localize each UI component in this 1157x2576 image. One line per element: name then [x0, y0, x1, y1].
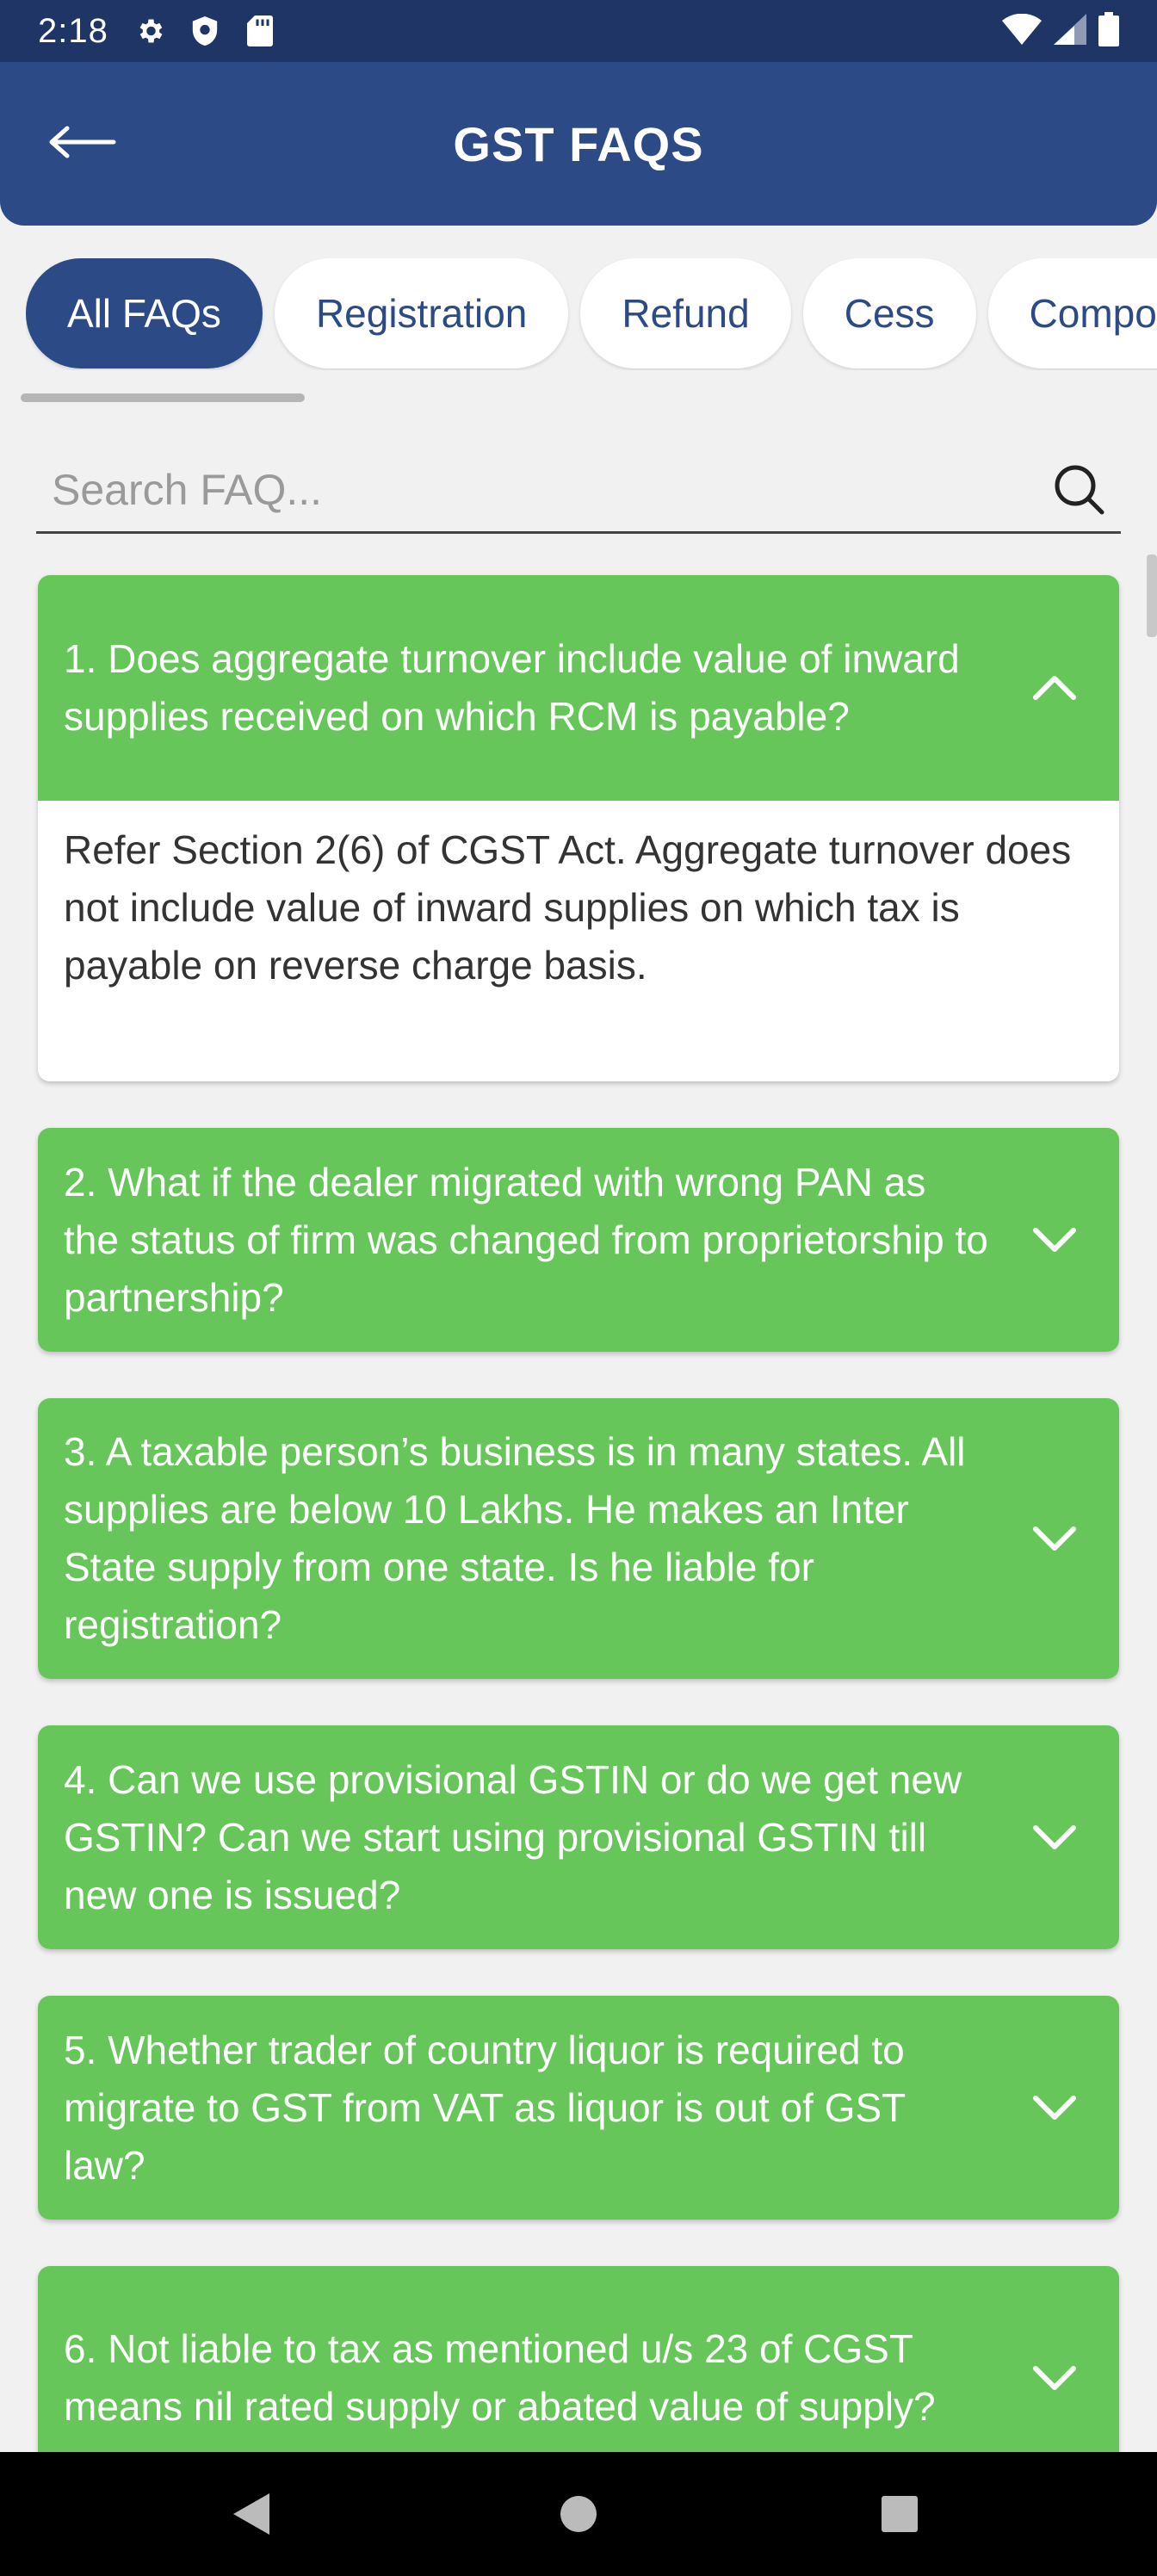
chevron-down-icon[interactable]	[1024, 2348, 1085, 2408]
tab-scroll-indicator	[21, 393, 305, 402]
home-circle-icon[interactable]	[535, 2471, 622, 2557]
faq-question-header[interactable]: 4. Can we use provisional GSTIN or do we…	[38, 1725, 1119, 1949]
chevron-down-icon[interactable]	[1024, 2078, 1085, 2138]
chevron-up-icon[interactable]	[1024, 658, 1085, 718]
chevron-down-icon[interactable]	[1024, 1807, 1085, 1867]
faq-item: 3. A taxable person’s business is in man…	[38, 1398, 1119, 1679]
status-time: 2:18	[38, 11, 108, 50]
back-button[interactable]	[45, 106, 121, 182]
signal-icon	[1054, 13, 1086, 49]
recents-square-icon[interactable]	[857, 2471, 943, 2557]
faq-item: 5. Whether trader of country liquor is r…	[38, 1996, 1119, 2220]
faq-question: 1. Does aggregate turnover include value…	[64, 636, 960, 739]
gear-icon	[133, 14, 167, 48]
faq-question: 2. What if the dealer migrated with wron…	[64, 1159, 988, 1320]
navigation-bar	[0, 2452, 1157, 2576]
search-input[interactable]	[36, 464, 1047, 515]
battery-icon	[1098, 11, 1119, 51]
tab-refund[interactable]: Refund	[580, 258, 791, 368]
wifi-icon	[1002, 13, 1042, 49]
faq-question-header[interactable]: 3. A taxable person’s business is in man…	[38, 1398, 1119, 1679]
category-tabs: All FAQs Registration Refund Cess Compos…	[26, 258, 1157, 370]
app-bar: GST FAQS	[0, 62, 1157, 226]
page-title: GST FAQS	[453, 116, 704, 171]
scrollbar[interactable]	[1147, 554, 1157, 637]
tab-composition[interactable]: Composition	[987, 258, 1157, 368]
faq-question: 6. Not liable to tax as mentioned u/s 23…	[64, 2326, 936, 2429]
back-triangle-icon[interactable]	[208, 2471, 294, 2557]
chevron-down-icon[interactable]	[1024, 1210, 1085, 1270]
status-bar: 2:18	[0, 0, 1157, 62]
faq-item: 1. Does aggregate turnover include value…	[38, 575, 1119, 1081]
tab-cess[interactable]: Cess	[802, 258, 976, 368]
search-bar	[36, 448, 1121, 534]
faq-question-header[interactable]: 2. What if the dealer migrated with wron…	[38, 1128, 1119, 1352]
tab-registration[interactable]: Registration	[274, 258, 569, 368]
tab-all-faqs[interactable]: All FAQs	[26, 258, 263, 368]
arrow-left-icon	[48, 125, 117, 164]
faq-question-header[interactable]: 5. Whether trader of country liquor is r…	[38, 1996, 1119, 2220]
search-icon[interactable]	[1047, 457, 1112, 523]
faq-answer: Refer Section 2(6) of CGST Act. Aggregat…	[38, 801, 1119, 1081]
chevron-down-icon[interactable]	[1024, 1508, 1085, 1569]
shield-icon	[188, 14, 222, 48]
faq-item: 4. Can we use provisional GSTIN or do we…	[38, 1725, 1119, 1949]
faq-question: 3. A taxable person’s business is in man…	[64, 1429, 966, 1647]
faq-item: 2. What if the dealer migrated with wron…	[38, 1128, 1119, 1352]
faq-question-header[interactable]: 1. Does aggregate turnover include value…	[38, 575, 1119, 801]
sd-card-icon	[243, 14, 277, 48]
faq-question: 4. Can we use provisional GSTIN or do we…	[64, 1756, 962, 1917]
faq-question: 5. Whether trader of country liquor is r…	[64, 2027, 906, 2188]
